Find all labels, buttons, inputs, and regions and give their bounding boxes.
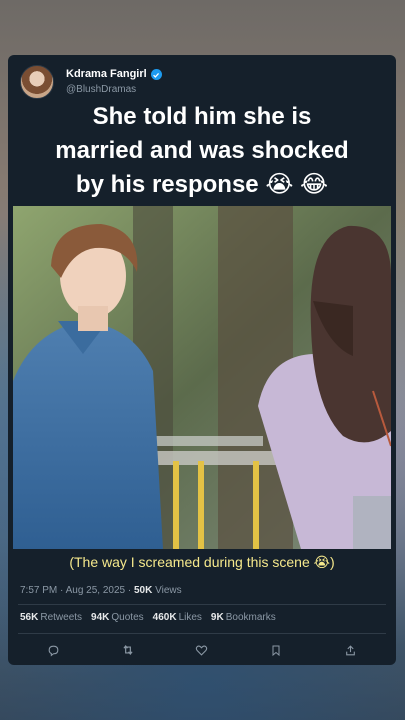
- tweet-date[interactable]: Aug 25, 2025: [66, 585, 126, 596]
- likes-count: 460K: [152, 612, 177, 623]
- video-caption: (The way I screamed during this scene 😭): [69, 554, 335, 570]
- media-video[interactable]: [13, 206, 391, 549]
- retweet-icon[interactable]: [119, 641, 137, 659]
- headline-line: by his response 😭 😂: [75, 171, 329, 198]
- reply-icon[interactable]: [44, 641, 62, 659]
- tweet-time[interactable]: 7:57 PM: [20, 585, 57, 596]
- quotes-count: 94K: [91, 612, 110, 623]
- headline-line: married and was shocked: [55, 137, 349, 164]
- views-label: Views: [155, 585, 182, 596]
- author-info: Kdrama Fangirl @BlushDramas: [66, 67, 162, 97]
- share-icon[interactable]: [342, 641, 360, 659]
- bookmarks-stat[interactable]: 9K Bookmarks: [211, 612, 276, 623]
- tweet-header: Kdrama Fangirl @BlushDramas: [20, 65, 162, 99]
- likes-stat[interactable]: 460K Likes: [153, 612, 202, 623]
- divider: [18, 633, 386, 634]
- bookmark-icon[interactable]: [267, 641, 285, 659]
- views-count: 50K: [133, 585, 153, 596]
- bookmarks-label: Bookmarks: [225, 612, 276, 623]
- author-name[interactable]: Kdrama Fangirl: [66, 67, 147, 82]
- bookmarks-count: 9K: [210, 612, 224, 623]
- retweets-count: 56K: [20, 612, 39, 623]
- author-handle[interactable]: @BlushDramas: [66, 82, 162, 97]
- tweet-meta: 7:57 PM · Aug 25, 2025 · 50K Views: [20, 585, 182, 596]
- divider: [18, 604, 386, 605]
- like-icon[interactable]: [193, 641, 211, 659]
- quotes-stat[interactable]: 94K Quotes: [91, 612, 144, 623]
- tweet-stats: 56K Retweets 94K Quotes 460K Likes 9K Bookma…: [20, 612, 276, 623]
- verified-badge-icon: [150, 69, 162, 80]
- quotes-label: Quotes: [111, 612, 144, 623]
- retweets-stat[interactable]: 56K Retweets: [20, 612, 82, 623]
- video-frame-image: [13, 206, 391, 549]
- author-name-row: Kdrama Fangirl: [66, 67, 162, 82]
- tweet-actions: [8, 641, 396, 659]
- likes-label: Likes: [178, 612, 202, 623]
- headline-line: She told him she is: [92, 103, 312, 130]
- retweets-label: Retweets: [40, 612, 83, 623]
- avatar[interactable]: [20, 65, 54, 99]
- tweet-card: Kdrama Fangirl @BlushDramas She told him…: [8, 55, 396, 665]
- tweet-headline: She told him she is married and was shoc…: [8, 100, 396, 202]
